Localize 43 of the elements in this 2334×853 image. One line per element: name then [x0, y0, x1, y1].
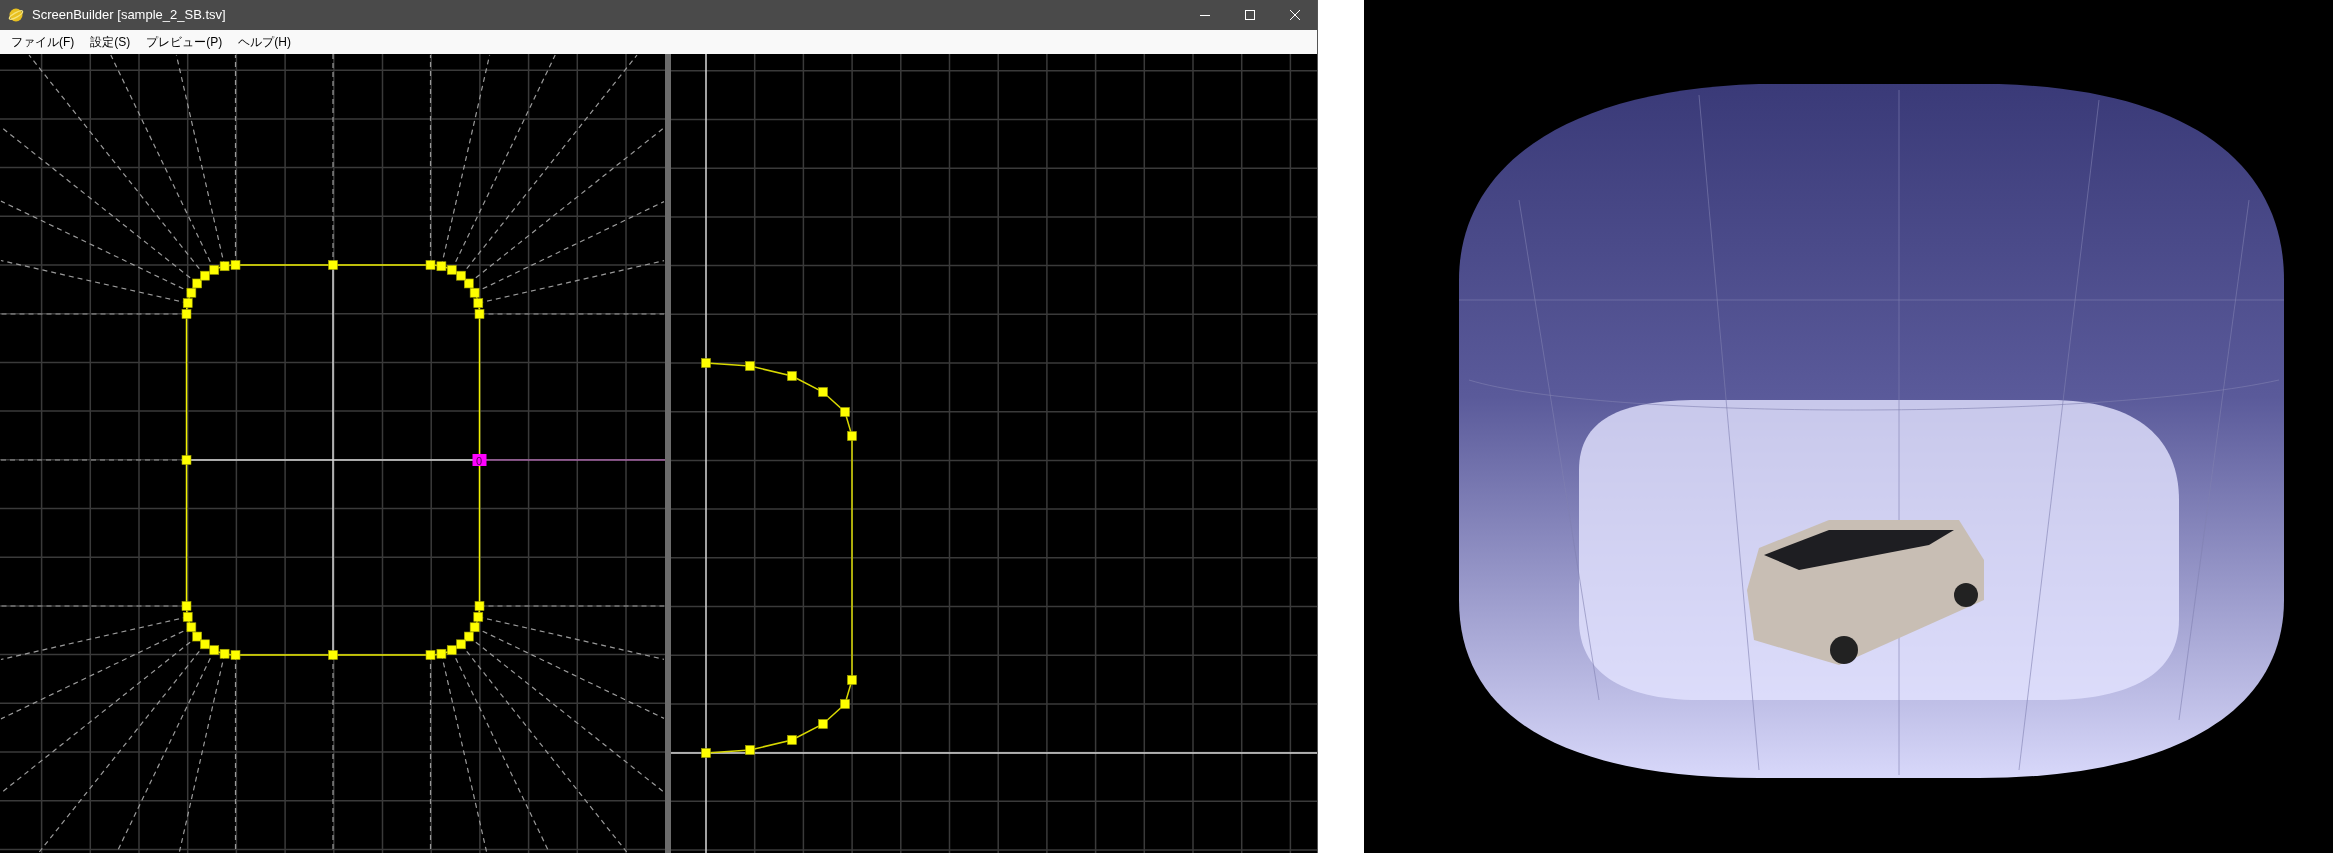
control-point[interactable]	[200, 270, 210, 281]
control-point[interactable]	[186, 622, 197, 633]
window-title: ScreenBuilder [sample_2_SB.tsv]	[32, 6, 226, 25]
control-point[interactable]	[473, 612, 484, 622]
control-point[interactable]	[219, 648, 230, 659]
control-point[interactable]	[464, 278, 474, 289]
control-point[interactable]	[186, 287, 197, 298]
control-point[interactable]	[469, 622, 480, 633]
control-point[interactable]	[192, 631, 202, 642]
maximize-icon	[1244, 10, 1255, 20]
control-point[interactable]	[425, 260, 436, 270]
point-index-label: 0	[476, 454, 483, 467]
app-logo-icon	[8, 7, 24, 23]
control-point[interactable]	[474, 601, 485, 611]
control-point[interactable]	[436, 261, 447, 272]
control-point[interactable]	[209, 265, 220, 275]
menu-item[interactable]: ファイル(F)	[4, 31, 82, 53]
control-point[interactable]	[181, 455, 192, 465]
control-point[interactable]	[219, 261, 230, 272]
control-point[interactable]	[436, 648, 447, 659]
control-point[interactable]	[446, 645, 457, 655]
control-point[interactable]	[182, 298, 193, 308]
control-point[interactable]	[192, 278, 202, 289]
control-point[interactable]	[456, 639, 466, 650]
control-point[interactable]	[474, 309, 485, 319]
control-point[interactable]	[230, 260, 241, 270]
control-point[interactable]	[473, 298, 484, 308]
control-point[interactable]	[464, 631, 474, 642]
minimize-icon	[1199, 14, 1210, 16]
control-point[interactable]	[469, 287, 480, 298]
control-point[interactable]	[230, 650, 241, 660]
control-point[interactable]	[181, 601, 192, 611]
control-point[interactable]	[200, 639, 210, 650]
menu-item[interactable]: 設定(S)	[83, 31, 138, 53]
control-point[interactable]	[425, 650, 436, 660]
close-icon	[1289, 10, 1300, 20]
control-point[interactable]	[209, 645, 220, 655]
menu-item[interactable]: プレビュー(P)	[139, 31, 230, 53]
menu-item[interactable]: ヘルプ(H)	[231, 31, 298, 53]
control-point[interactable]	[456, 270, 466, 281]
control-point[interactable]	[446, 265, 457, 275]
control-point[interactable]	[181, 309, 192, 319]
control-point[interactable]	[182, 612, 193, 622]
